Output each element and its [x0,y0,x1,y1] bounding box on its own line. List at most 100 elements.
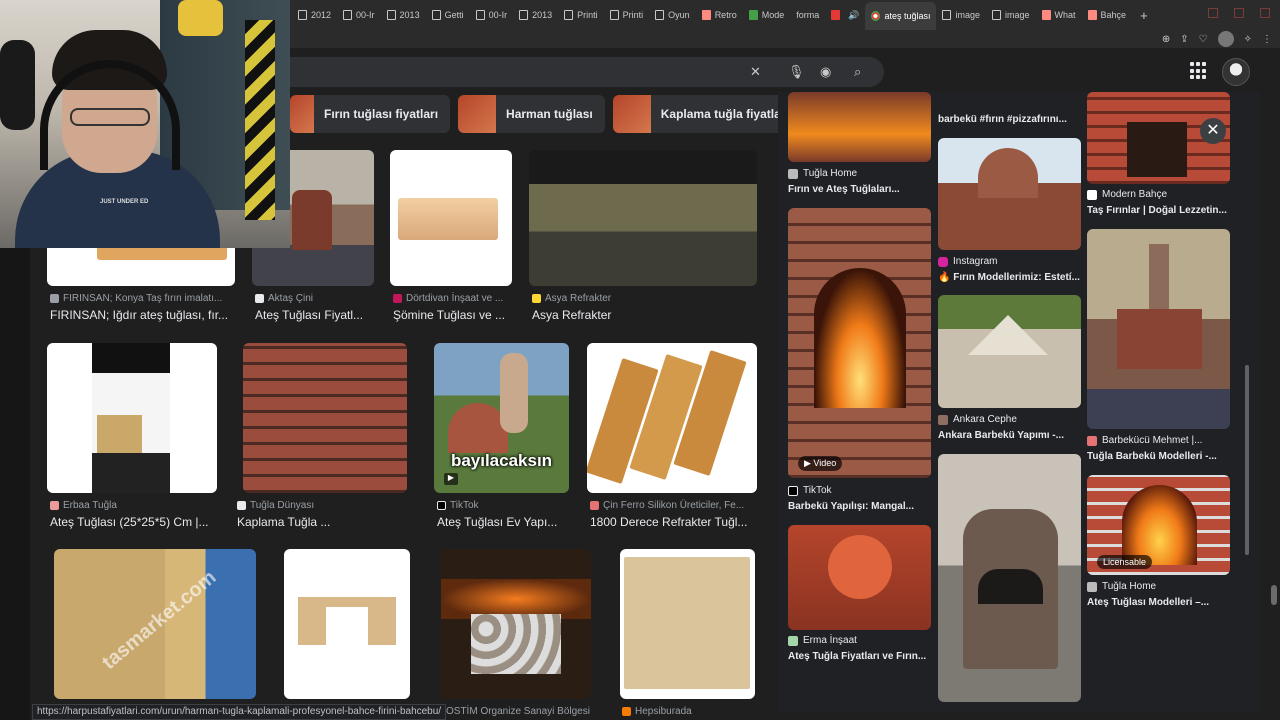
panel-source[interactable]: Instagram [938,256,997,267]
browser-tab[interactable]: Mode [743,3,791,27]
browser-tab[interactable]: image [986,3,1036,27]
browser-tab[interactable]: 2013 [381,3,426,27]
result-image[interactable] [441,549,591,699]
panel-source[interactable]: Ankara Cephe [938,414,1017,425]
result-source[interactable]: TikTok [437,500,479,511]
panel-image[interactable] [1087,229,1230,429]
maximize-icon[interactable] [1234,8,1244,18]
result-source[interactable]: Çin Ferro Silikon Üreticiler, Fe... [590,500,744,511]
result-title[interactable]: Asya Refrakter [532,308,611,322]
profile-mini-icon[interactable] [1217,31,1234,47]
browser-tab[interactable]: image [936,3,986,27]
browser-tab[interactable]: 00-Ir [337,3,381,27]
result-title[interactable]: Ateş Tuğlası (25*25*5) Cm |... [50,515,209,529]
browser-tab[interactable]: What [1036,3,1082,27]
search-icon[interactable]: ⌕ [854,64,861,80]
panel-title[interactable]: Ateş Tuğlası Modelleri –... [1087,597,1209,608]
panel-title[interactable]: 🔥 Fırın Modellerimiz: Estetí... [938,272,1080,283]
panel-source[interactable]: Barbekücü Mehmet |... [1087,435,1202,446]
zoom-icon[interactable]: ⊕ [1162,34,1170,45]
panel-image[interactable]: ▶ Video [788,208,931,478]
panel-source[interactable]: TikTok [788,485,832,496]
browser-tab[interactable]: Retro [696,3,743,27]
result-image[interactable] [529,150,757,286]
page-scrollbar[interactable] [1271,50,1277,710]
browser-tab[interactable]: Getti [426,3,470,27]
result-source[interactable]: FIRINSAN; Konya Taş fırın imalatı... [50,293,222,304]
audio-playing-icon[interactable]: 🔊 [848,10,859,21]
result-image[interactable] [587,343,757,493]
result-source[interactable]: OSTİM Organize Sanayi Bölgesi [433,706,590,717]
browser-tab[interactable]: Oyun [649,3,696,27]
panel-title[interactable]: Taş Fırınlar | Doğal Lezzetin... [1087,205,1227,216]
result-image[interactable] [243,343,407,493]
account-avatar[interactable] [1222,58,1250,86]
menu-icon[interactable]: ⋮ [1262,34,1272,45]
panel-source[interactable]: Tuğla Home [1087,581,1156,592]
result-image[interactable] [284,549,410,699]
panel-title[interactable]: barbekü #fırın #pizzafırını... [938,114,1067,125]
search-input[interactable]: ✕ 🎙 ◉ ⌕ [270,57,884,87]
lens-icon[interactable]: ◉ [820,64,831,80]
tab-label: 2013 [399,10,420,20]
share-icon[interactable]: ⇪ [1180,34,1188,45]
browser-tab[interactable]: 2012 [292,3,337,27]
browser-tab[interactable]: 00-Ir [470,3,514,27]
google-apps-icon[interactable] [1190,62,1208,80]
result-title[interactable]: Kaplama Tuğla ... [237,515,330,529]
browser-tab[interactable]: Printi [558,3,604,27]
scroll-thumb[interactable] [1245,365,1249,555]
browser-tab[interactable]: Printi [604,3,650,27]
heart-icon[interactable]: ♡ [1199,34,1208,45]
panel-source[interactable]: Tuğla Home [788,168,857,179]
result-title[interactable]: Şömine Tuğlası ve ... [393,308,505,322]
panel-title[interactable]: Ateş Tuğla Fiyatları ve Fırın... [788,651,926,662]
panel-image[interactable] [938,138,1081,250]
result-image[interactable]: bayılacaksın ▶ [434,343,569,493]
result-image[interactable] [390,150,512,286]
result-image[interactable]: tasmarket.com [54,549,256,699]
panel-image[interactable] [788,92,931,162]
result-image[interactable] [620,549,755,699]
panel-source[interactable]: Erma İnşaat [788,635,857,646]
panel-scrollbar[interactable] [1244,95,1250,700]
ai-icon[interactable]: ✧ [1244,34,1252,45]
doc-icon [298,10,307,20]
result-title[interactable]: Ateş Tuğlası Fiyatl... [255,308,363,322]
result-image[interactable] [47,343,217,493]
close-panel-button[interactable]: ✕ [1200,118,1226,144]
result-source[interactable]: Dörtdivan İnşaat ve ... [393,293,503,304]
mic-icon[interactable]: 🎙 [788,64,805,80]
scroll-thumb[interactable] [1271,585,1277,605]
panel-image[interactable] [938,454,1081,702]
browser-tab[interactable]: 🔊 [825,3,865,27]
result-source[interactable]: Hepsiburada [622,706,692,717]
result-title[interactable]: 1800 Derece Refrakter Tuğl... [590,515,747,529]
panel-title[interactable]: Fırın ve Ateş Tuğlaları... [788,184,900,195]
close-window-icon[interactable] [1260,8,1270,18]
result-source[interactable]: Asya Refrakter [532,293,611,304]
chip-harman-tuglasi[interactable]: Harman tuğlası [458,95,605,133]
result-source[interactable]: Aktaş Çini [255,293,313,304]
browser-tab[interactable]: ateş tuğlası [865,2,937,30]
minimize-icon[interactable] [1208,8,1218,18]
panel-image[interactable]: Licensable [1087,475,1230,575]
panel-title[interactable]: Ankara Barbekü Yapımı -... [938,430,1064,441]
clear-search-icon[interactable]: ✕ [750,64,761,80]
chip-firin-tuglasi[interactable]: Fırın tuğlası fiyatları [290,95,451,133]
chip-kaplama-tugla[interactable]: Kaplama tuğla fiyatları [612,95,801,133]
result-source[interactable]: Erbaa Tuğla [50,500,117,511]
browser-tab[interactable]: 2013 [513,3,558,27]
panel-title[interactable]: Barbekü Yapılışı: Mangal... [788,501,914,512]
new-tab-button[interactable]: + [1132,8,1156,23]
result-title[interactable]: FIRINSAN; Iğdır ateş tuğlası, fır... [50,308,228,322]
panel-title[interactable]: Tuğla Barbekü Modelleri -... [1087,451,1217,462]
browser-tab[interactable]: forma [790,3,825,27]
browser-tab[interactable]: Bahçe [1082,3,1133,27]
tab-label: 00-Ir [488,10,508,20]
panel-source[interactable]: Modern Bahçe [1087,189,1167,200]
result-title[interactable]: Ateş Tuğlası Ev Yapı... [437,515,557,529]
panel-image[interactable] [788,525,931,630]
result-source[interactable]: Tuğla Dünyası [237,500,314,511]
panel-image[interactable] [938,295,1081,408]
